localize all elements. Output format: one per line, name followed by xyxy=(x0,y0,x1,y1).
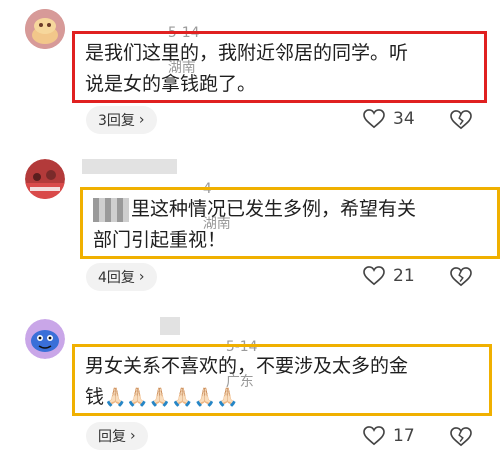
chevron-right-icon: › xyxy=(138,112,145,128)
reply-label: 回复 xyxy=(98,429,126,445)
broken-heart-icon xyxy=(450,267,472,287)
broken-heart-icon xyxy=(450,427,472,447)
comment-text-box: 是我们这里的，我附近邻居的同学。听 说是女的拿钱跑了。 xyxy=(72,31,487,103)
avatar[interactable] xyxy=(25,159,65,199)
chevron-right-icon: › xyxy=(138,269,145,285)
avatar[interactable] xyxy=(25,9,65,49)
reply-label: 4回复 xyxy=(98,270,135,286)
reply-button[interactable]: 3回复 › xyxy=(86,106,157,134)
like-count: 21 xyxy=(393,266,415,286)
dislike-button[interactable] xyxy=(450,427,472,451)
like-count: 17 xyxy=(393,426,415,446)
comment-item-3: 5-14 广东 男女关系不喜欢的，不要涉及太多的金 钱🙏🏻🙏🏻🙏🏻🙏🏻🙏🏻🙏🏻 … xyxy=(0,305,500,464)
comment-text-line: 部门引起重视！ xyxy=(93,229,227,251)
comment-item-2: 4 湖南 里这种情况已发生多例，希望有关 部门引起重视！ 4回复 › 21 xyxy=(0,145,500,305)
reply-button[interactable]: 回复 › xyxy=(86,422,148,450)
comment-item-1: 5-14 湖南 是我们这里的，我附近邻居的同学。听 说是女的拿钱跑了。 3回复 … xyxy=(0,0,500,145)
masked-text xyxy=(93,197,129,222)
comment-text-line: 钱🙏🏻🙏🏻🙏🏻🙏🏻🙏🏻🙏🏻 xyxy=(85,382,479,413)
reply-button[interactable]: 4回复 › xyxy=(86,263,157,291)
pray-hands-emoji: 🙏🏻🙏🏻🙏🏻🙏🏻🙏🏻🙏🏻 xyxy=(104,387,239,408)
heart-outline-icon xyxy=(363,109,385,129)
comment-text-box: 男女关系不喜欢的，不要涉及太多的金 钱🙏🏻🙏🏻🙏🏻🙏🏻🙏🏻🙏🏻 xyxy=(72,344,492,416)
masked-username xyxy=(160,317,180,335)
heart-outline-icon xyxy=(363,426,385,446)
comment-text-line: 说是女的拿钱跑了。 xyxy=(85,73,257,95)
heart-outline-icon xyxy=(363,266,385,286)
comment-text-line: 男女关系不喜欢的，不要涉及太多的金 xyxy=(85,355,409,377)
like-button[interactable]: 17 xyxy=(363,426,415,446)
dislike-button[interactable] xyxy=(450,267,472,291)
avatar[interactable] xyxy=(25,319,65,359)
dislike-button[interactable] xyxy=(450,110,472,134)
comment-text-line: 里这种情况已发生多例，希望有关 xyxy=(93,194,487,225)
broken-heart-icon xyxy=(450,110,472,130)
comment-text-box: 里这种情况已发生多例，希望有关 部门引起重视！ xyxy=(80,187,500,259)
like-button[interactable]: 34 xyxy=(363,109,415,129)
masked-username xyxy=(82,159,177,174)
like-count: 34 xyxy=(393,109,415,129)
like-button[interactable]: 21 xyxy=(363,266,415,286)
comment-text-line: 是我们这里的，我附近邻居的同学。听 xyxy=(85,42,409,64)
chevron-right-icon: › xyxy=(130,428,136,444)
reply-label: 3回复 xyxy=(98,113,135,129)
